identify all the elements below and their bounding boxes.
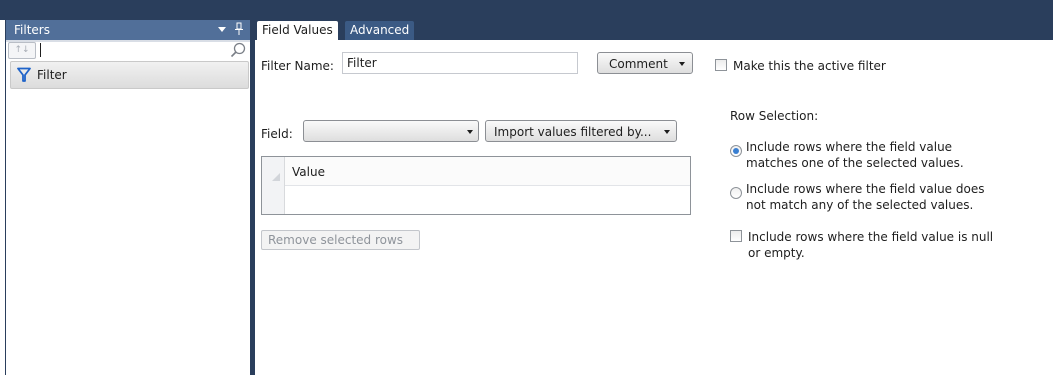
radio-matches-selected[interactable] [730, 145, 742, 157]
radio-not-match-selected[interactable] [730, 187, 742, 199]
row-selection-title: Row Selection: [730, 109, 819, 123]
window: Filters ↑↓ Filter Field Values Advanced … [0, 0, 1053, 375]
tab-advanced[interactable]: Advanced [345, 21, 415, 40]
filters-panel-title: Filters [14, 23, 50, 37]
text-caret [40, 43, 41, 57]
filter-funnel-icon [17, 67, 31, 82]
chevron-down-icon [664, 130, 670, 134]
radio-not-match-line1: Include rows where the field value does [746, 182, 985, 196]
tab-bar: Field Values Advanced [255, 20, 1053, 40]
filter-list-item[interactable]: Filter [10, 61, 249, 89]
search-icon[interactable] [230, 42, 246, 58]
include-null-line1: Include rows where the field value is nu… [748, 230, 994, 244]
filter-name-field[interactable] [342, 52, 578, 74]
radio-matches-line2: matches one of the selected values. [746, 156, 964, 170]
chevron-down-icon [679, 62, 685, 66]
filter-item-label: Filter [37, 68, 67, 82]
filters-panel: Filters ↑↓ Filter [5, 20, 251, 375]
comment-button[interactable]: Comment [597, 52, 693, 74]
top-strip [0, 0, 1053, 20]
field-select[interactable] [303, 120, 479, 142]
comment-button-label: Comment [609, 57, 668, 71]
grid-new-row[interactable] [285, 187, 690, 214]
filters-search-row: ↑↓ [6, 42, 251, 60]
remove-selected-rows-button[interactable]: Remove selected rows [261, 230, 420, 250]
pin-icon[interactable] [233, 22, 245, 36]
field-label: Field: [261, 127, 293, 141]
filter-editor: Field Values Advanced Filter Name: Comme… [255, 20, 1053, 375]
import-values-button[interactable]: Import values filtered by... [485, 120, 677, 142]
grid-column-value[interactable]: Value [292, 165, 325, 179]
remove-selected-rows-label: Remove selected rows [268, 233, 404, 247]
panel-dropdown-icon[interactable] [218, 27, 226, 32]
filters-search-input[interactable] [38, 42, 226, 58]
radio-matches-line1: Include rows where the field value [746, 140, 953, 154]
filter-name-label: Filter Name: [261, 59, 334, 73]
active-filter-checkbox[interactable] [715, 59, 727, 71]
tab-field-values[interactable]: Field Values [257, 21, 338, 40]
import-values-label: Import values filtered by... [494, 125, 652, 139]
radio-not-match-line2: not match any of the selected values. [746, 198, 974, 212]
select-all-corner-icon[interactable] [272, 173, 280, 181]
grid-header [262, 157, 690, 186]
values-grid[interactable]: Value [261, 156, 691, 215]
grid-row-header [262, 157, 285, 214]
sort-button[interactable]: ↑↓ [8, 42, 36, 59]
active-filter-label: Make this the active filter [733, 59, 886, 73]
include-null-line2: or empty. [748, 246, 805, 260]
chevron-down-icon [467, 130, 473, 134]
filters-panel-header: Filters [6, 20, 251, 40]
include-null-checkbox[interactable] [730, 230, 742, 242]
